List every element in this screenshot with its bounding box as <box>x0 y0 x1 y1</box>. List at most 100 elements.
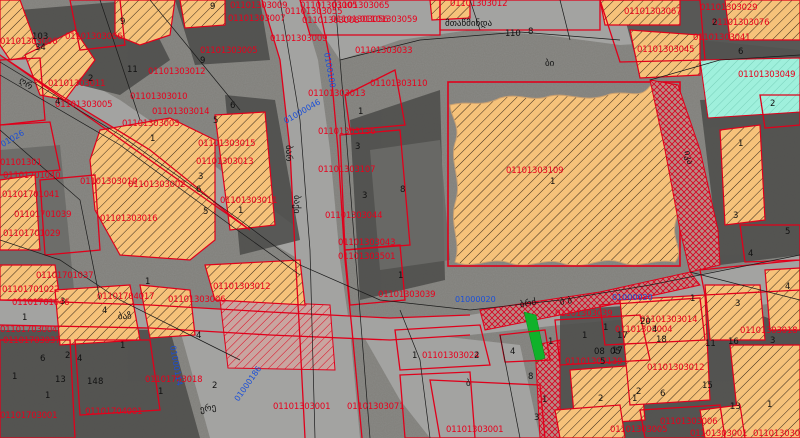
parcel-label[interactable]: 01101303501 <box>338 253 395 262</box>
parcel-label[interactable]: 01101701039 <box>14 211 71 220</box>
parcel-label[interactable]: 01101303001 <box>690 430 747 438</box>
parcel-label[interactable]: 01101303067 <box>624 8 681 17</box>
house-number: 2 <box>474 351 480 361</box>
parcel-label[interactable]: 01101303065 <box>332 2 389 11</box>
parcel-label[interactable]: 01101701022 <box>2 286 59 295</box>
parcel-label[interactable]: 01101303139 <box>565 358 622 367</box>
parcel-label[interactable]: 01101303009 <box>270 35 327 44</box>
parcel-label[interactable]: 01101303003 <box>122 120 179 129</box>
house-number: 4 <box>510 347 516 357</box>
parcel-label[interactable]: 01101703001 <box>0 412 57 421</box>
parcel-label[interactable]: 01101303010 <box>130 93 187 102</box>
house-number: 2 <box>770 99 776 109</box>
parcel-label[interactable]: 01101303014 <box>753 430 800 438</box>
parcel-label[interactable]: 01101303076 <box>712 19 769 28</box>
parcel-label[interactable]: 01101303006 <box>660 418 717 427</box>
parcel-label[interactable]: 01101303015 <box>198 140 255 149</box>
parcel-label[interactable]: 01101303006 <box>65 33 122 42</box>
cadastral-map[interactable]: 01101303006 01101303007 01101303009 0110… <box>0 0 800 438</box>
parcel-label[interactable]: 01101303016 <box>100 215 157 224</box>
parcel-label[interactable]: 01101303009 <box>230 2 287 11</box>
house-number: 5 <box>203 207 209 217</box>
house-number: 6 <box>40 354 46 364</box>
house-number: 2 <box>636 387 642 397</box>
parcel-label[interactable]: 01101303013 <box>196 158 253 167</box>
parcel-label[interactable]: 01101303029 <box>700 4 757 13</box>
street-name: ბ <box>466 379 471 389</box>
house-number: 4 <box>55 97 61 107</box>
parcel-label[interactable]: 01101704017 <box>97 293 154 302</box>
house-number: 8 <box>528 372 534 382</box>
parcel-label[interactable]: 01101303033 <box>355 47 412 56</box>
parcel-label[interactable]: 01101303049 <box>738 71 795 80</box>
parcel-label[interactable]: 01101303006 <box>0 38 57 47</box>
parcel-label[interactable]: 01101303059 <box>360 16 417 25</box>
parcel-label[interactable]: 01101303011 <box>220 197 277 206</box>
house-number: 1 <box>158 387 164 397</box>
street-name: ბ ბ <box>559 296 573 308</box>
house-number: 1 <box>398 271 404 281</box>
parcel-label[interactable]: 01101303001 <box>446 426 503 435</box>
parcel-label[interactable]: 01101303002 <box>128 181 185 190</box>
parcel-label[interactable]: 01101303014 <box>152 108 209 117</box>
street-code: 01000020 <box>455 295 496 304</box>
parcel-label[interactable]: 01101303044 <box>325 212 382 221</box>
house-number: 1 <box>690 294 696 304</box>
parcel-label[interactable]: 01101303007 <box>228 15 285 24</box>
house-number: 10 <box>510 29 521 39</box>
house-number: 3 <box>735 299 741 309</box>
house-number: 11 <box>127 65 138 75</box>
street-name: ბარ <box>283 145 293 162</box>
parcel-label[interactable]: 01101303041 <box>693 34 750 43</box>
parcel-label[interactable]: 01101701029 <box>3 230 60 239</box>
parcel-label[interactable]: 01101303012 <box>450 0 507 9</box>
parcel-label[interactable]: 01101303110 <box>370 80 427 89</box>
house-number: 6 <box>230 101 236 111</box>
parcel-label[interactable]: 01101703004 <box>0 326 57 335</box>
parcel-label[interactable]: 01101303136 <box>318 128 375 137</box>
house-number: 5 <box>600 357 606 367</box>
house-number: 08 <box>594 347 605 357</box>
house-number: 20 <box>640 317 651 327</box>
house-number: 1 <box>150 134 156 144</box>
house-number: 13 <box>730 402 741 412</box>
parcel-label[interactable]: 01101303005 <box>610 426 667 435</box>
parcel-label[interactable]: 01101303024 <box>422 352 479 361</box>
parcel-label[interactable]: 01101303006 <box>168 296 225 305</box>
parcel-label[interactable]: 01101303001 <box>273 403 330 412</box>
house-number: 1 <box>542 395 548 405</box>
parcel-label[interactable]: 01101303071 <box>347 403 404 412</box>
house-number: 3 <box>362 191 368 201</box>
house-number: 3 <box>60 297 66 307</box>
parcel-label[interactable]: 01101301 <box>0 159 42 168</box>
parcel-label[interactable]: 01101303011 <box>48 80 105 89</box>
house-number: 2 <box>212 381 218 391</box>
parcel-label[interactable]: 01101303012 <box>213 283 270 292</box>
house-number: 4 <box>785 282 791 292</box>
house-number: 2 <box>598 394 604 404</box>
house-number: 4 <box>748 249 754 259</box>
street-name: ბაზ <box>117 311 132 323</box>
parcel-label[interactable]: 01101303018 <box>740 327 797 336</box>
parcel-label[interactable]: 01101701040 <box>3 172 60 181</box>
house-number: 5 <box>213 116 219 126</box>
parcel-label[interactable]: 01101303005 <box>200 47 257 56</box>
parcel-label[interactable]: 01101303045 <box>637 46 694 55</box>
house-number: 1 <box>548 337 554 347</box>
parcel-label[interactable]: 01101303005 <box>55 101 112 110</box>
house-number: 4 <box>652 325 658 335</box>
parcel-label[interactable]: 01101303043 <box>338 239 395 248</box>
house-number: 6 <box>738 47 744 57</box>
parcel-label[interactable]: 01101303039 <box>555 310 612 319</box>
house-number: 6 <box>196 185 202 195</box>
parcel-label[interactable]: 01101303107 <box>318 166 375 175</box>
parcel-label[interactable]: 01101701041 <box>2 191 59 200</box>
parcel-label[interactable]: 01101303012 <box>148 68 205 77</box>
parcel-label[interactable]: 01101303109 <box>506 167 563 176</box>
parcel-label[interactable]: 01101703037 <box>3 337 60 346</box>
parcel-label[interactable]: 01101303012 <box>647 364 704 373</box>
house-number: 3 <box>198 172 204 182</box>
parcel-label[interactable]: 01101701037 <box>36 272 93 281</box>
parcel-label[interactable]: 01101303039 <box>378 291 435 300</box>
parcel-label[interactable]: 01101704001 <box>85 408 142 417</box>
